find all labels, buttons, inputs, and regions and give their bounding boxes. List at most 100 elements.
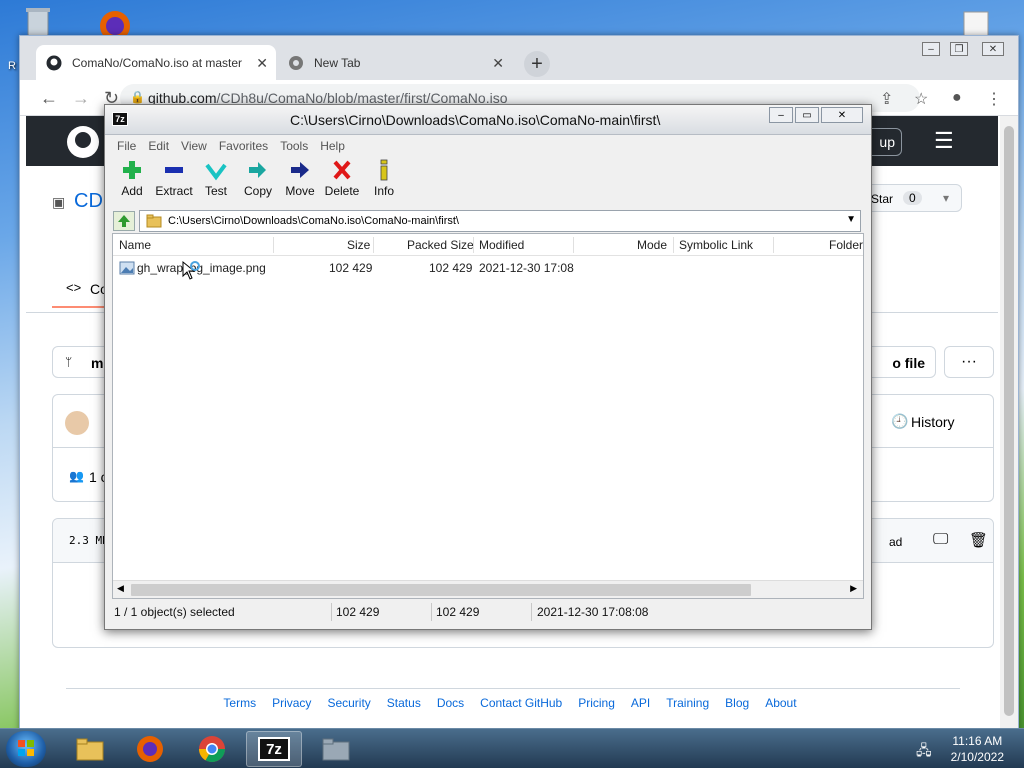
folder-icon — [146, 214, 162, 228]
mouse-cursor-icon — [181, 260, 203, 285]
table-row[interactable]: gh_wrap_bg_image.png 102 429 102 429 202… — [113, 258, 863, 278]
go-to-file-button[interactable]: o file — [864, 346, 936, 378]
footer-link-security[interactable]: Security — [327, 696, 370, 710]
folder-up-button[interactable] — [113, 211, 135, 231]
network-icon[interactable]: 🖧 — [916, 740, 932, 764]
menu-help[interactable]: Help — [314, 136, 351, 156]
menu-dots-icon[interactable]: ⋮ — [986, 89, 1002, 109]
code-tab-underline — [52, 306, 108, 308]
page-scrollbar-thumb[interactable] — [1004, 126, 1014, 716]
footer-link-terms[interactable]: Terms — [223, 696, 256, 710]
footer-link-blog[interactable]: Blog — [725, 696, 749, 710]
info-icon — [380, 159, 388, 181]
trash-icon[interactable]: 🗑 — [969, 531, 988, 549]
sevenzip-maximize-button[interactable]: ▭ — [795, 107, 819, 123]
star-dropdown-icon[interactable]: ▾ — [943, 191, 949, 205]
menu-edit[interactable]: Edit — [142, 136, 175, 156]
close-tab-icon[interactable]: ✕ — [492, 55, 504, 72]
maximize-button[interactable]: ❐ — [950, 42, 968, 56]
forward-arrow-icon[interactable]: → — [72, 88, 90, 109]
share-icon[interactable]: ⇪ — [880, 89, 893, 109]
branch-selector[interactable]: ᛘ m — [52, 346, 112, 378]
github-logo-icon[interactable] — [66, 125, 100, 159]
desktop-label-partial: R — [8, 60, 16, 72]
page-scrollbar[interactable] — [1000, 116, 1018, 734]
extract-label: Extract — [155, 184, 193, 198]
footer-link-privacy[interactable]: Privacy — [272, 696, 311, 710]
add-button[interactable]: Add — [111, 159, 153, 205]
bookmark-star-icon[interactable]: ☆ — [914, 89, 928, 109]
col-name[interactable]: Name — [119, 238, 151, 252]
delete-button[interactable]: Delete — [321, 159, 363, 205]
tab-new-tab[interactable]: New Tab ✕ — [278, 45, 512, 80]
close-window-button[interactable]: ✕ — [982, 42, 1004, 56]
7zip-icon: 7z — [258, 737, 290, 761]
info-label: Info — [373, 184, 394, 198]
sevenzip-titlebar[interactable]: 7z C:\Users\Cirno\Downloads\ComaNo.iso\C… — [105, 105, 871, 135]
copy-button[interactable]: Copy — [237, 159, 279, 205]
footer-link-status[interactable]: Status — [387, 696, 421, 710]
minimize-button[interactable]: – — [922, 42, 940, 56]
footer-link-training[interactable]: Training — [666, 696, 709, 710]
sevenzip-close-button[interactable]: ✕ — [821, 107, 863, 123]
footer-link-api[interactable]: API — [631, 696, 650, 710]
col-packed-size[interactable]: Packed Size — [407, 238, 474, 252]
col-size[interactable]: Size — [347, 238, 370, 252]
menu-favorites[interactable]: Favorites — [213, 136, 274, 156]
col-symbolic-link[interactable]: Symbolic Link — [679, 238, 753, 252]
tab-new-label: New Tab — [314, 55, 361, 70]
taskbar-7zip[interactable]: 7z — [246, 731, 302, 767]
address-dropdown-icon[interactable]: ▼ — [846, 214, 856, 225]
start-button[interactable] — [6, 731, 46, 767]
taskbar-explorer[interactable] — [62, 731, 118, 767]
info-button[interactable]: Info — [363, 159, 405, 205]
footer-link-docs[interactable]: Docs — [437, 696, 464, 710]
repo-name-partial[interactable]: CD — [74, 190, 103, 213]
sevenzip-menubar: File Edit View Favorites Tools Help — [111, 136, 351, 156]
close-tab-icon[interactable]: ✕ — [256, 55, 268, 72]
new-tab-button[interactable]: + — [524, 51, 550, 77]
sevenzip-file-list[interactable]: Name Size Packed Size Modified Mode Symb… — [112, 233, 864, 599]
footer-link-contact[interactable]: Contact GitHub — [480, 696, 562, 710]
star-button[interactable]: Star 0 ▾ — [862, 184, 962, 212]
sevenzip-window: 7z C:\Users\Cirno\Downloads\ComaNo.iso\C… — [104, 104, 872, 630]
taskbar-clock[interactable]: 11:16 AM 2/10/2022 — [951, 733, 1004, 765]
scroll-right-icon[interactable]: ▶ — [850, 583, 857, 594]
row-size: 102 429 — [329, 261, 373, 275]
col-mode[interactable]: Mode — [637, 238, 667, 252]
firefox-icon — [137, 736, 163, 762]
profile-icon[interactable]: ● — [952, 89, 962, 107]
desktop-icon[interactable]: 🖵 — [933, 531, 948, 549]
sevenzip-address-field[interactable]: C:\Users\Cirno\Downloads\ComaNo.iso\Coma… — [139, 210, 861, 232]
sevenzip-minimize-button[interactable]: – — [769, 107, 793, 123]
commit-avatar — [65, 411, 89, 435]
move-button[interactable]: Move — [279, 159, 321, 205]
file-list-hscrollbar[interactable]: ◀ ▶ — [113, 580, 863, 598]
test-button[interactable]: Test — [195, 159, 237, 205]
menu-tools[interactable]: Tools — [274, 136, 314, 156]
history-link[interactable]: History — [911, 414, 955, 430]
star-count: 0 — [903, 191, 922, 205]
menu-view[interactable]: View — [175, 136, 213, 156]
hscroll-thumb[interactable] — [131, 584, 751, 596]
taskbar-firefox[interactable] — [122, 731, 178, 767]
extract-button[interactable]: Extract — [153, 159, 195, 205]
menu-file[interactable]: File — [111, 136, 142, 156]
footer-link-about[interactable]: About — [765, 696, 796, 710]
more-options-button[interactable]: ··· — [944, 346, 994, 378]
taskbar-chrome[interactable] — [184, 731, 240, 767]
hamburger-icon[interactable]: ☰ — [934, 128, 954, 154]
clock-date: 2/10/2022 — [950, 750, 1004, 764]
explorer-icon — [76, 738, 104, 761]
download-button[interactable]: ad — [889, 535, 902, 549]
sevenzip-app-icon: 7z — [112, 112, 128, 126]
footer-link-pricing[interactable]: Pricing — [578, 696, 615, 710]
tab-github[interactable]: ComaNo/ComaNo.iso at master ✕ — [36, 45, 276, 80]
col-folder[interactable]: Folder — [829, 238, 863, 252]
taskbar-explorer-2[interactable] — [308, 731, 364, 767]
recycle-bin-icon[interactable] — [20, 6, 56, 38]
back-arrow-icon[interactable]: ← — [40, 88, 58, 109]
x-icon — [333, 160, 351, 180]
scroll-left-icon[interactable]: ◀ — [117, 583, 124, 594]
col-modified[interactable]: Modified — [479, 238, 524, 252]
